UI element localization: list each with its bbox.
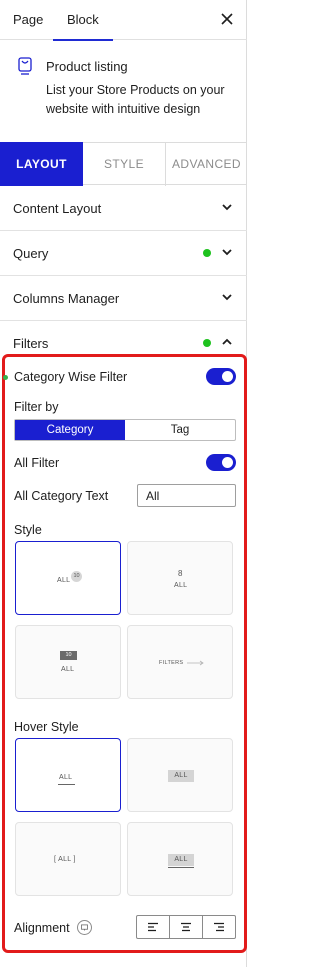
hover-style-brackets[interactable]: [ ALL ] (15, 822, 121, 896)
category-wise-filter-toggle[interactable] (206, 368, 236, 385)
block-title: Product listing (46, 59, 128, 74)
tab-style[interactable]: STYLE (83, 142, 166, 186)
hover-style-background-underline[interactable]: ALL (127, 822, 233, 896)
preview-all-text: ALL (174, 582, 188, 589)
all-category-text-input[interactable] (137, 484, 236, 507)
hover-style-background[interactable]: ALL (127, 738, 233, 812)
style-option-badge[interactable]: ALL 10 (15, 541, 121, 615)
product-listing-icon (18, 57, 32, 75)
filter-by-label: Filter by (14, 400, 59, 414)
accordion-label: Filters (13, 336, 49, 351)
accordion-query[interactable]: Query (0, 231, 247, 276)
tab-block[interactable]: Block (53, 0, 113, 41)
alignment-control (136, 915, 236, 939)
preview-all-text: ALL (57, 577, 71, 584)
settings-tabs: LAYOUT STYLE ADVANCED (0, 142, 247, 186)
chevron-up-icon (222, 338, 232, 345)
status-dot (203, 249, 211, 257)
filter-by-category-button[interactable]: Category (15, 420, 125, 440)
block-description: List your Store Products on your website… (46, 83, 225, 116)
chevron-down-icon (222, 249, 232, 256)
preview-filters-text: FILTERS (159, 660, 184, 666)
align-right-icon (214, 922, 224, 932)
tab-page[interactable]: Page (13, 0, 43, 40)
tab-layout[interactable]: LAYOUT (0, 142, 83, 186)
accordion-label: Columns Manager (13, 291, 120, 306)
preview-all-text: ALL (59, 774, 73, 781)
preview-all-text: ALL (168, 854, 194, 866)
all-filter-toggle[interactable] (206, 454, 236, 471)
panel-tabs: Page Block (0, 0, 247, 41)
preview-all-text: ALL (168, 770, 194, 782)
category-wise-filter-label: Category Wise Filter (14, 370, 128, 384)
block-card: Product listing List your Store Products… (0, 41, 247, 127)
chevron-down-icon (222, 294, 232, 301)
preview-all-text: [ ALL ] (54, 856, 76, 863)
preview-count-text: 8 (178, 569, 183, 578)
chevron-down-icon (222, 204, 232, 211)
block-settings-panel: Page Block Product listing List your Sto… (0, 0, 247, 967)
align-left-button[interactable] (137, 916, 170, 938)
preview-count-badge: 10 (71, 571, 82, 582)
tab-advanced[interactable]: ADVANCED (166, 142, 247, 186)
preview-underline (58, 784, 75, 785)
hover-style-label: Hover Style (14, 720, 79, 734)
preview-count-box: 10 (60, 651, 77, 660)
filter-by-segmented: Category Tag (14, 419, 236, 441)
accordion-columns-manager[interactable]: Columns Manager (0, 276, 247, 321)
hover-style-underline[interactable]: ALL (15, 738, 121, 812)
alignment-label: Alignment (14, 921, 70, 935)
align-center-button[interactable] (170, 916, 203, 938)
filter-by-tag-button[interactable]: Tag (125, 420, 235, 440)
all-filter-label: All Filter (14, 456, 60, 470)
style-option-count-box[interactable]: 10 ALL (15, 625, 121, 699)
accordion-label: Content Layout (13, 201, 102, 216)
arrow-right-icon (187, 660, 204, 666)
preview-all-text: ALL (61, 666, 75, 673)
style-option-count-above[interactable]: 8 ALL (127, 541, 233, 615)
style-label: Style (14, 523, 42, 537)
desktop-device-icon[interactable] (77, 920, 92, 935)
accordion-label: Query (13, 246, 49, 261)
status-dot (3, 375, 8, 380)
status-dot (203, 339, 211, 347)
style-option-filters-arrow[interactable]: FILTERS (127, 625, 233, 699)
align-left-icon (148, 922, 158, 932)
align-right-button[interactable] (203, 916, 235, 938)
accordion-content-layout[interactable]: Content Layout (0, 186, 247, 231)
close-icon[interactable] (219, 11, 235, 27)
all-category-text-label: All Category Text (14, 489, 109, 503)
align-center-icon (181, 922, 191, 932)
preview-underline (168, 867, 194, 868)
